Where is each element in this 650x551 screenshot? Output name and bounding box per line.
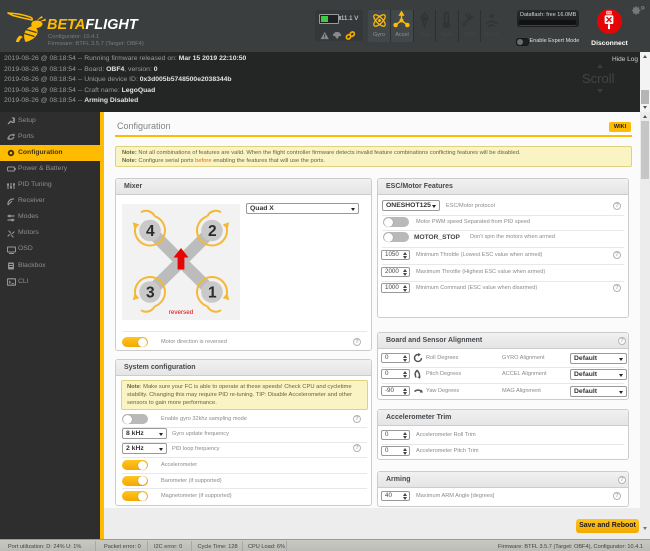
- svg-text:4: 4: [146, 223, 155, 240]
- svg-text:2: 2: [208, 223, 217, 240]
- svg-text:1: 1: [208, 285, 217, 302]
- svg-text:3: 3: [146, 285, 155, 302]
- svg-text:!: !: [324, 33, 326, 40]
- svg-text:reversed: reversed: [169, 309, 194, 316]
